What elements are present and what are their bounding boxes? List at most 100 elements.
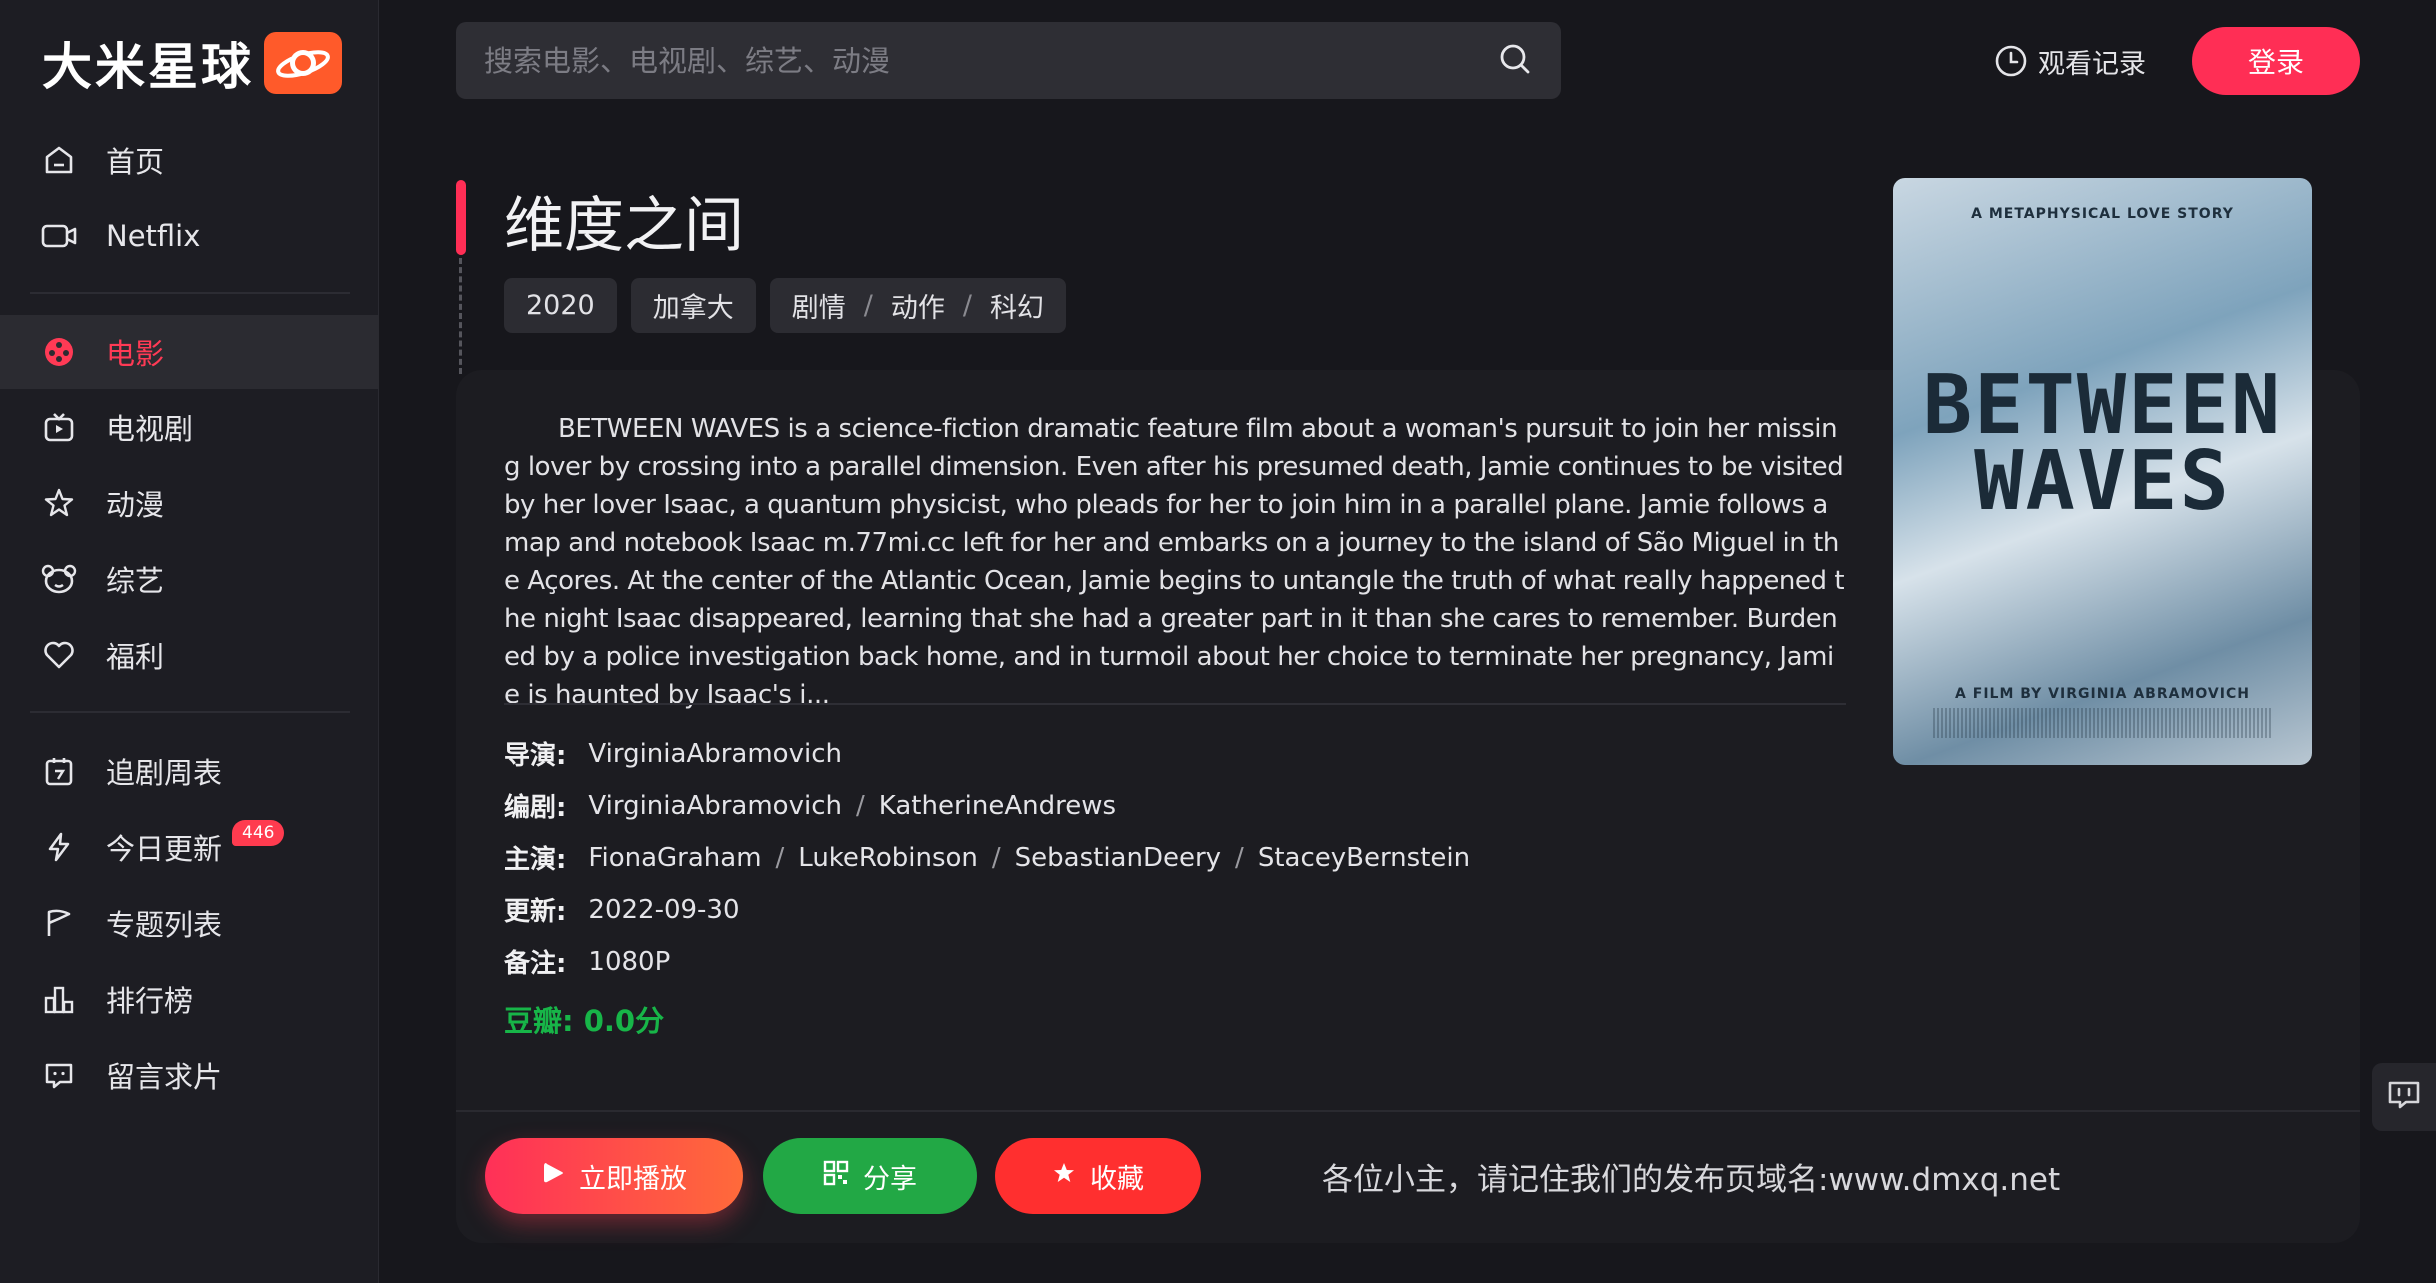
writer-name[interactable]: KatherineAndrews bbox=[879, 791, 1116, 821]
sidebar-item-label: 今日更新 bbox=[106, 832, 223, 866]
actions-divider bbox=[456, 1110, 2360, 1112]
sidebar-item-label: 专题列表 bbox=[106, 908, 223, 942]
update-date: 2022-09-30 bbox=[588, 894, 740, 925]
region-tag[interactable]: 加拿大 bbox=[630, 278, 756, 333]
watch-history-link[interactable]: 观看记录 bbox=[1994, 38, 2146, 84]
star-icon bbox=[1052, 1161, 1076, 1192]
douban-score: 豆瓣: 0.0分 bbox=[504, 1004, 665, 1038]
planet-logo-icon bbox=[264, 32, 342, 94]
sidebar-item-requests[interactable]: 留言求片 bbox=[0, 1038, 379, 1112]
genre-tag[interactable]: 剧情 bbox=[792, 286, 846, 325]
director-label: 导演: bbox=[504, 741, 567, 771]
sidebar-item-ranking[interactable]: 排行榜 bbox=[0, 962, 379, 1036]
sidebar-item-label: 电影 bbox=[106, 337, 165, 371]
genre-separator: / bbox=[962, 290, 972, 321]
feedback-float-button[interactable] bbox=[2372, 1063, 2436, 1131]
site-logo-text: 大米星球 bbox=[42, 38, 254, 96]
update-count-badge: 446 bbox=[232, 820, 285, 846]
description-divider bbox=[504, 703, 1846, 705]
sidebar-item-schedule[interactable]: 追剧周表 bbox=[0, 734, 379, 808]
watch-history-label: 观看记录 bbox=[2038, 48, 2146, 80]
sidebar-item-label: 动漫 bbox=[106, 488, 165, 522]
genre-tag[interactable]: 动作 bbox=[891, 286, 945, 325]
site-logo[interactable]: 大米星球 bbox=[42, 30, 342, 96]
share-label: 分享 bbox=[863, 1163, 917, 1195]
lightning-icon bbox=[40, 828, 78, 866]
sidebar-item-label: 福利 bbox=[106, 640, 165, 674]
sidebar-item-netflix[interactable]: Netflix bbox=[0, 199, 379, 273]
search-input[interactable] bbox=[484, 43, 1444, 78]
play-now-label: 立即播放 bbox=[579, 1163, 687, 1195]
tv-icon bbox=[40, 408, 78, 446]
feedback-icon bbox=[2387, 1079, 2421, 1115]
sidebar: 大米星球 首页 Netflix 电影 电视剧 动漫 综艺 福利 追剧周表 今日更… bbox=[0, 0, 379, 1283]
year-tag[interactable]: 2020 bbox=[504, 278, 617, 333]
sidebar-item-label: 首页 bbox=[106, 145, 165, 179]
sidebar-item-today-updates[interactable]: 今日更新 446 bbox=[0, 810, 379, 884]
sidebar-item-topics[interactable]: 专题列表 bbox=[0, 886, 379, 960]
share-button[interactable]: 分享 bbox=[763, 1138, 977, 1214]
login-button[interactable]: 登录 bbox=[2192, 27, 2360, 95]
star-icon bbox=[40, 484, 78, 522]
home-icon bbox=[40, 141, 78, 179]
sidebar-item-anime[interactable]: 动漫 bbox=[0, 466, 379, 540]
bear-icon bbox=[40, 560, 78, 598]
poster-title-line: WAVES bbox=[1974, 434, 2231, 529]
sidebar-item-label: 追剧周表 bbox=[106, 756, 223, 790]
region-tag-label: 加拿大 bbox=[652, 293, 734, 324]
poster-tagline: A METAPHYSICAL LOVE STORY bbox=[1971, 206, 2234, 222]
title-accent-bar bbox=[456, 180, 466, 255]
sidebar-item-variety[interactable]: 综艺 bbox=[0, 542, 379, 616]
note-label: 备注: bbox=[504, 949, 567, 979]
writer-row: 编剧: VirginiaAbramovich / KatherineAndrew… bbox=[504, 787, 1846, 824]
cast-row: 主演: FionaGraham / LukeRobinson / Sebasti… bbox=[504, 839, 1846, 876]
cast-name[interactable]: StaceyBernstein bbox=[1258, 843, 1470, 873]
qr-code-icon bbox=[823, 1160, 849, 1193]
calendar-icon bbox=[40, 752, 78, 790]
note-value: 1080P bbox=[588, 946, 671, 977]
poster-director: A FILM BY VIRGINIA ABRAMOVICH bbox=[1955, 686, 2250, 702]
sidebar-item-label: 电视剧 bbox=[106, 412, 194, 446]
name-separator: / bbox=[855, 790, 865, 821]
sidebar-item-movies[interactable]: 电影 bbox=[0, 315, 379, 389]
sidebar-item-label: Netflix bbox=[106, 219, 201, 253]
video-camera-icon bbox=[40, 217, 78, 255]
cast-name[interactable]: LukeRobinson bbox=[798, 843, 978, 873]
douban-row: 豆瓣: 0.0分 bbox=[504, 998, 1846, 1040]
movie-tags: 2020 加拿大 剧情 / 动作 / 科幻 bbox=[504, 278, 1066, 333]
favorite-button[interactable]: 收藏 bbox=[995, 1138, 1201, 1214]
writer-name[interactable]: VirginiaAbramovich bbox=[588, 791, 842, 821]
genre-tag[interactable]: 科幻 bbox=[990, 286, 1044, 325]
sidebar-item-label: 留言求片 bbox=[106, 1060, 223, 1094]
name-separator: / bbox=[991, 842, 1001, 873]
film-reel-icon bbox=[40, 333, 78, 371]
play-now-button[interactable]: 立即播放 bbox=[485, 1138, 743, 1214]
domain-notice: 各位小主，请记住我们的发布页域名:www.dmxq.net bbox=[1322, 1161, 2061, 1198]
title-dashed-line bbox=[459, 258, 462, 374]
sidebar-item-tv[interactable]: 电视剧 bbox=[0, 390, 379, 464]
sidebar-item-label: 综艺 bbox=[106, 564, 165, 598]
genre-separator: / bbox=[863, 290, 873, 321]
note-row: 备注: 1080P bbox=[504, 943, 1846, 980]
flag-icon bbox=[40, 904, 78, 942]
poster-title-line: BETWEEN bbox=[1922, 358, 2283, 453]
message-icon bbox=[40, 1056, 78, 1094]
favorite-label: 收藏 bbox=[1090, 1163, 1144, 1195]
sidebar-divider bbox=[30, 711, 350, 713]
clock-icon bbox=[1994, 44, 2028, 78]
cast-name[interactable]: FionaGraham bbox=[588, 843, 761, 873]
sidebar-item-home[interactable]: 首页 bbox=[0, 123, 379, 197]
heart-icon bbox=[40, 636, 78, 674]
poster-title: BETWEEN WAVES bbox=[1893, 358, 2312, 529]
sidebar-item-welfare[interactable]: 福利 bbox=[0, 618, 379, 692]
movie-poster[interactable]: A METAPHYSICAL LOVE STORY BETWEEN WAVES … bbox=[1893, 178, 2312, 765]
name-separator: / bbox=[775, 842, 785, 873]
search-icon[interactable] bbox=[1497, 41, 1533, 81]
poster-credits-block bbox=[1933, 708, 2272, 738]
year-tag-label: 2020 bbox=[526, 290, 595, 321]
cast-name[interactable]: SebastianDeery bbox=[1015, 843, 1221, 873]
update-label: 更新: bbox=[504, 897, 567, 927]
director-name[interactable]: VirginiaAbramovich bbox=[588, 739, 842, 769]
writer-label: 编剧: bbox=[504, 793, 567, 823]
ranking-icon bbox=[40, 980, 78, 1018]
